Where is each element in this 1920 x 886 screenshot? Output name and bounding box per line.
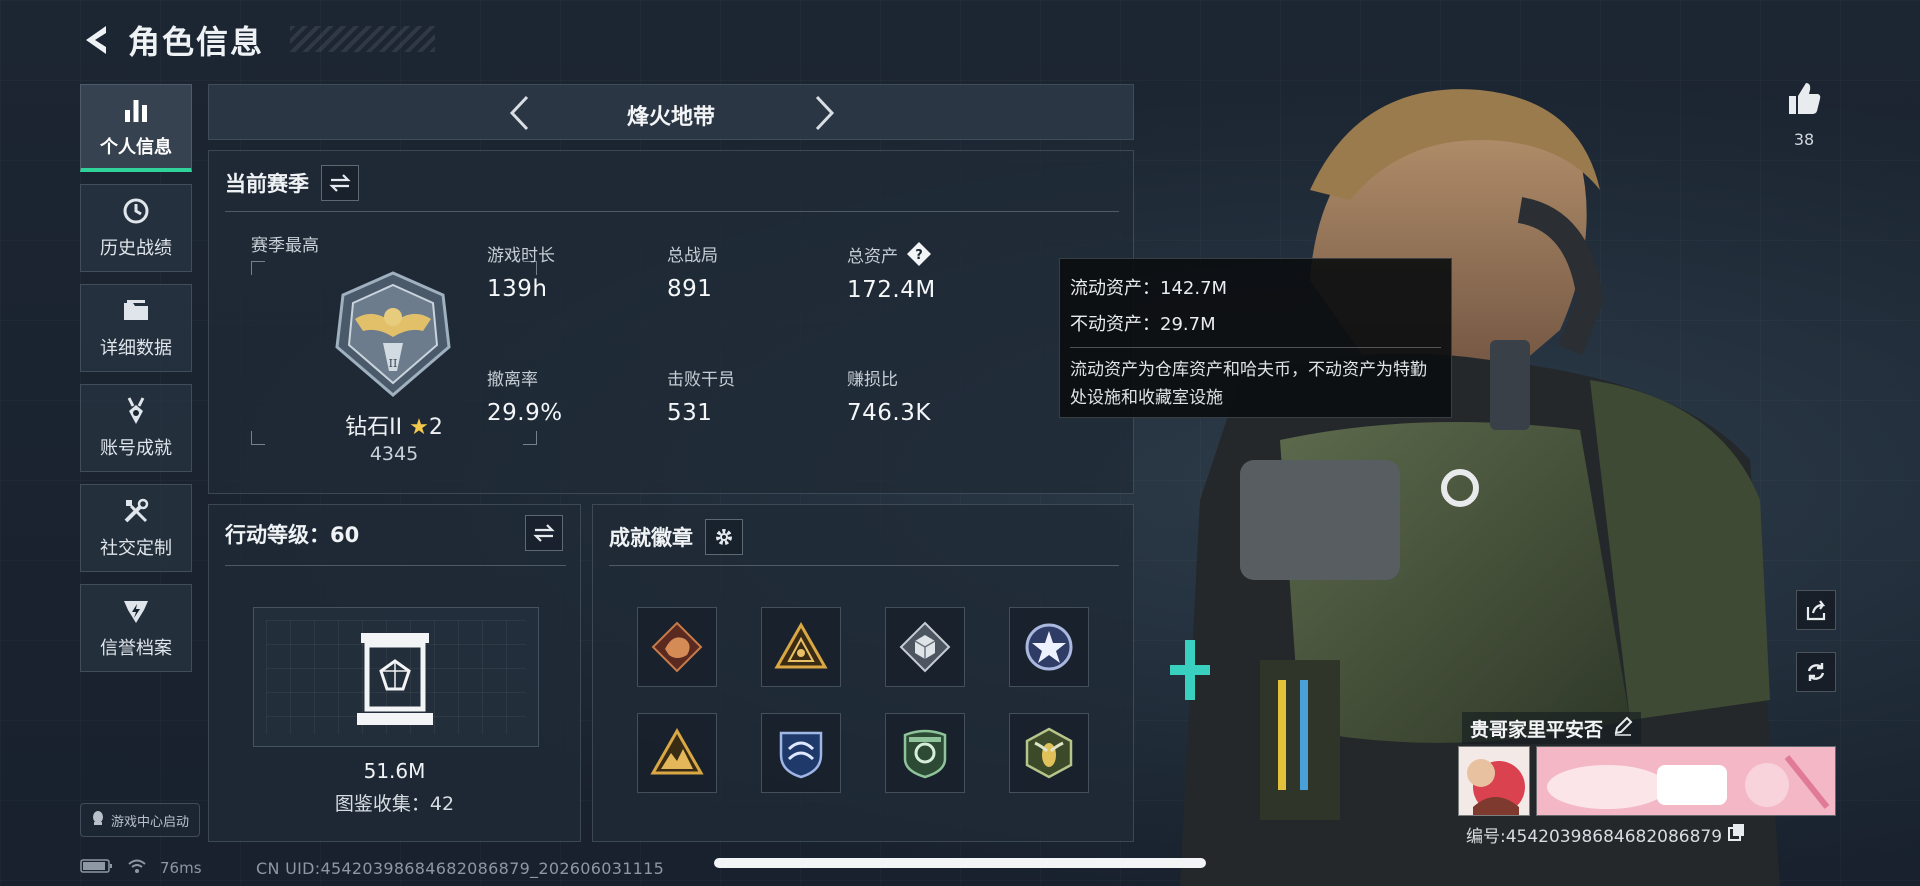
home-indicator[interactable]	[714, 858, 1206, 868]
bar-chart-icon	[121, 95, 151, 125]
mode-switcher: 烽火地带	[208, 84, 1134, 140]
rank-stars: 2	[428, 415, 443, 440]
shield-bolt-icon	[121, 596, 151, 626]
green-shield-badge[interactable]	[885, 713, 965, 793]
player-id-row: 编号:4542039868468208687​9	[1466, 822, 1746, 847]
achievement-badges-panel: 成就徽章	[592, 504, 1134, 842]
fixed-assets: 不动资产：29.7M	[1070, 314, 1216, 335]
wifi-icon	[128, 858, 146, 878]
shield-wave-badge[interactable]	[761, 713, 841, 793]
level-switch-button[interactable]	[525, 515, 563, 551]
badge-settings-button[interactable]	[705, 519, 743, 555]
gear-icon	[716, 529, 732, 545]
sidebar-item-history[interactable]: 历史战绩	[80, 184, 192, 272]
star-badge[interactable]	[1009, 607, 1089, 687]
stat-total-matches: 总战局 891	[667, 246, 718, 302]
stat-play-time: 游戏时长 139h	[487, 246, 555, 302]
sidebar-item-detail-data[interactable]: 详细数据	[80, 284, 192, 372]
cn-uid: CN UID:4542039868468208687​9_20260603111…	[256, 859, 665, 878]
sidebar-item-achievements[interactable]: 账号成就	[80, 384, 192, 472]
like-button[interactable]: 38	[1780, 80, 1828, 149]
sidebar-item-label: 社交定制	[100, 538, 172, 559]
status-bar: 76ms	[80, 858, 202, 878]
stat-total-assets: 总资产 ? 172.4M	[847, 241, 936, 303]
page-title: 角色信息	[128, 23, 265, 61]
level-title: 行动等级：60	[225, 523, 360, 547]
sidebar-item-label: 详细数据	[100, 338, 172, 359]
clock-icon	[121, 196, 151, 226]
launch-label: 游戏中心启动	[110, 814, 189, 830]
assets-note: 流动资产为仓库资产和哈夫币，不动资产为特勤处设施和收藏室设施	[1070, 360, 1427, 408]
chevron-right-icon	[815, 95, 835, 131]
star-icon: ★	[409, 415, 429, 440]
stat-extraction-rate: 撤离率 29.9%	[487, 370, 563, 426]
help-icon[interactable]: ?	[906, 241, 932, 267]
operation-level-panel: 行动等级：60 51.6M 图鉴收集：42	[208, 504, 581, 842]
player-name: 贵哥家里平安否	[1470, 718, 1604, 741]
game-center-launch-badge: 游戏中心启动	[80, 803, 200, 837]
sidebar-item-credit-archive[interactable]: 信誉档案	[80, 584, 192, 672]
copy-icon[interactable]	[1728, 823, 1746, 846]
dragon-badge[interactable]	[637, 607, 717, 687]
share-icon	[1806, 600, 1826, 621]
refresh-button[interactable]	[1796, 652, 1836, 692]
share-button[interactable]	[1796, 590, 1836, 630]
badges-title: 成就徽章	[609, 526, 693, 550]
liquid-assets: 流动资产：142.7M	[1070, 278, 1228, 299]
sidebar-item-label: 个人信息	[100, 136, 172, 158]
svg-text:?: ?	[915, 248, 923, 263]
collection-count: 图鉴收集：42	[334, 793, 455, 815]
collection-capsule-icon	[357, 633, 433, 725]
header: 角色信息	[80, 18, 264, 62]
golden-triangle-badge[interactable]	[761, 607, 841, 687]
title-decoration	[290, 26, 435, 52]
mode-title: 烽火地带	[626, 105, 715, 130]
divider	[609, 565, 1119, 566]
sidebar-item-social-custom[interactable]: 社交定制	[80, 484, 192, 572]
back-icon[interactable]	[80, 23, 114, 57]
sidebar-item-personal-info[interactable]: 个人信息	[80, 84, 192, 172]
divider	[225, 565, 566, 566]
collection-value: 51.6M	[363, 759, 426, 783]
swap-icon	[533, 524, 555, 542]
stat-profit-loss-ratio: 赚损比 746.3K	[847, 370, 931, 426]
stat-operators-defeated: 击败干员 531	[667, 370, 735, 426]
badge-grid	[637, 607, 1089, 793]
season-panel: 当前赛季 赛季最高 II 钻石II ★2 4345 游戏时长 139h 总战局 …	[208, 150, 1134, 494]
tools-icon	[121, 496, 151, 526]
medal-icon	[121, 396, 151, 426]
mountain-badge[interactable]	[637, 713, 717, 793]
battery-icon	[80, 858, 114, 878]
cube-badge[interactable]	[885, 607, 965, 687]
sidebar: 个人信息 历史战绩 详细数据 账号成就 社交定制 信誉档案	[80, 84, 192, 684]
wasp-badge[interactable]	[1009, 713, 1089, 793]
avatar[interactable]	[1458, 746, 1530, 816]
sidebar-item-label: 账号成就	[100, 438, 172, 459]
name-card[interactable]	[1536, 746, 1836, 816]
sidebar-item-label: 信誉档案	[100, 638, 172, 659]
assets-tooltip: 流动资产：142.7M 不动资产：29.7M 流动资产为仓库资产和哈夫币，不动资…	[1059, 258, 1452, 418]
ping-value: 76ms	[160, 859, 202, 877]
player-id: 编号:4542039868468208687​9	[1466, 827, 1723, 847]
folder-icon	[121, 296, 151, 326]
next-mode-button[interactable]	[805, 93, 845, 133]
thumbs-up-icon	[1789, 83, 1821, 114]
like-count: 38	[1793, 130, 1815, 149]
qq-icon	[91, 810, 105, 830]
sidebar-item-label: 历史战绩	[100, 238, 172, 259]
refresh-icon	[1807, 663, 1825, 681]
divider	[1070, 347, 1441, 348]
rank-score: 4345	[369, 443, 419, 465]
edit-icon[interactable]	[1613, 716, 1633, 740]
player-name-row: 贵哥家里平安否	[1462, 712, 1642, 744]
